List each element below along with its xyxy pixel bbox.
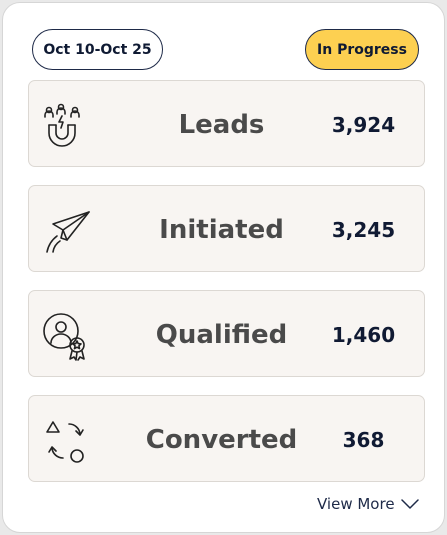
date-range-pill[interactable]: Oct 10-Oct 25 xyxy=(32,29,163,70)
funnel-row-converted[interactable]: Converted 368 xyxy=(28,395,425,482)
status-badge: In Progress xyxy=(305,29,419,70)
person-badge-icon xyxy=(43,313,85,361)
funnel-row-initiated[interactable]: Initiated 3,245 xyxy=(28,185,425,272)
paper-plane-icon xyxy=(46,211,90,253)
conversion-cycle-icon xyxy=(46,421,84,463)
funnel-label: Qualified xyxy=(155,319,288,350)
view-more-label: View More xyxy=(317,495,395,513)
funnel-label: Initiated xyxy=(159,214,284,245)
funnel-value: 3,245 xyxy=(331,217,396,242)
funnel-value: 1,460 xyxy=(331,322,396,347)
funnel-row-qualified[interactable]: Qualified 1,460 xyxy=(28,290,425,377)
funnel-label: Converted xyxy=(145,424,298,455)
funnel-card: Oct 10-Oct 25 In Progress Leads 3,924 In… xyxy=(2,2,445,533)
view-more-link[interactable]: View More xyxy=(317,495,419,513)
funnel-row-leads[interactable]: Leads 3,924 xyxy=(28,80,425,167)
status-label: In Progress xyxy=(317,41,407,58)
date-range-label: Oct 10-Oct 25 xyxy=(43,41,152,58)
chevron-down-icon xyxy=(400,499,419,509)
funnel-label: Leads xyxy=(178,109,265,140)
magnet-people-icon xyxy=(44,103,80,147)
funnel-value: 368 xyxy=(342,427,385,452)
funnel-value: 3,924 xyxy=(331,112,396,137)
